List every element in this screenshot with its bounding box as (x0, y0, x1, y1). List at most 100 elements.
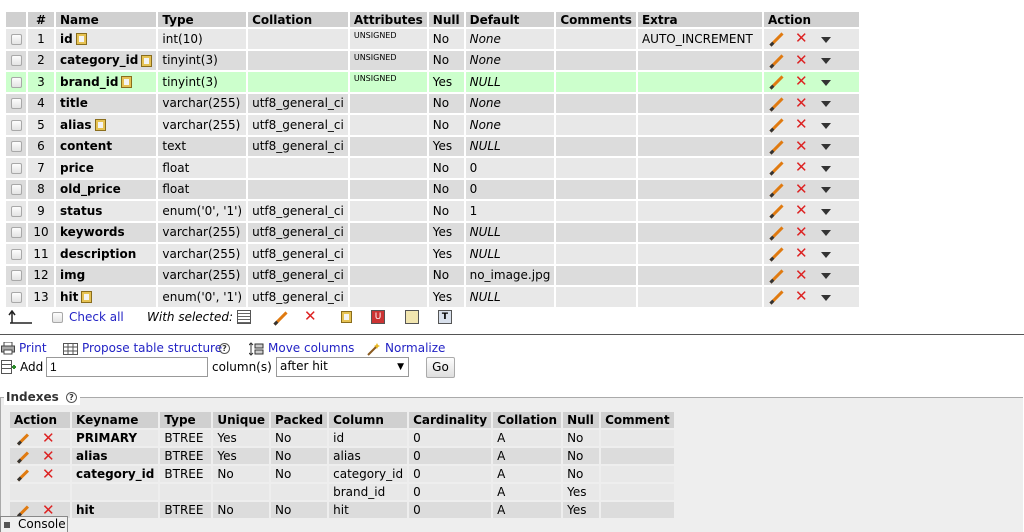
edit-index-icon[interactable] (16, 450, 30, 464)
structure-row[interactable]: 11 description varchar(255) utf8_general_ci… (6, 244, 859, 264)
edit-index-icon[interactable] (16, 468, 30, 482)
more-dropdown-icon[interactable] (820, 230, 831, 237)
move-columns-link[interactable]: Move columns (268, 341, 354, 355)
edit-pencil-icon[interactable] (769, 247, 784, 262)
more-dropdown-icon[interactable] (820, 144, 831, 151)
col-null-header[interactable]: Null (428, 12, 464, 27)
more-dropdown-icon[interactable] (820, 294, 831, 301)
col-collation-header[interactable]: Collation (248, 12, 348, 27)
position-select[interactable]: after hit ▼ (276, 357, 409, 377)
add-count-input[interactable] (46, 357, 208, 377)
delete-x-icon[interactable]: ✕ (795, 287, 808, 305)
go-button[interactable]: Go (426, 357, 455, 378)
structure-row[interactable]: 10 keywords varchar(255) utf8_general_ci Yes… (6, 222, 859, 242)
delete-x-icon[interactable]: ✕ (795, 244, 808, 262)
change-selected-icon[interactable] (273, 311, 288, 326)
primary-selected-icon[interactable] (341, 311, 352, 323)
edit-pencil-icon[interactable] (769, 54, 784, 69)
row-checkbox[interactable] (10, 162, 22, 174)
check-all-link[interactable]: Check all (69, 310, 124, 324)
delete-x-icon[interactable]: ✕ (795, 180, 808, 198)
check-all-checkbox[interactable] (52, 312, 63, 323)
help-icon[interactable]: ? (219, 343, 230, 354)
console-tab[interactable]: Console (0, 516, 68, 532)
column-name[interactable]: brand_id (60, 75, 118, 89)
column-name[interactable]: old_price (60, 182, 121, 196)
row-checkbox[interactable] (10, 248, 22, 260)
edit-pencil-icon[interactable] (769, 140, 784, 155)
index-selected-icon[interactable] (405, 310, 419, 324)
more-dropdown-icon[interactable] (820, 58, 831, 65)
edit-pencil-icon[interactable] (769, 118, 784, 133)
structure-row[interactable]: 12 img varchar(255) utf8_general_ci No no_ima… (6, 265, 859, 285)
normalize-link[interactable]: Normalize (385, 341, 445, 355)
col-name-header[interactable]: Name (56, 12, 157, 27)
structure-row[interactable]: 7 price float No 0 ✕ (6, 158, 859, 178)
structure-row[interactable]: 8 old_price float No 0 ✕ (6, 179, 859, 199)
row-checkbox[interactable] (10, 33, 22, 45)
col-type-header[interactable]: Type (158, 12, 247, 27)
delete-x-icon[interactable]: ✕ (795, 94, 808, 112)
row-checkbox[interactable] (10, 141, 22, 153)
delete-x-icon[interactable]: ✕ (795, 201, 808, 219)
print-link[interactable]: Print (19, 341, 47, 355)
column-name[interactable]: id (60, 32, 73, 46)
more-dropdown-icon[interactable] (820, 36, 831, 43)
column-name[interactable]: hit (60, 290, 78, 304)
structure-row[interactable]: 6 content text utf8_general_ci Yes NULL ✕ (6, 136, 859, 156)
column-name[interactable]: category_id (60, 53, 138, 67)
column-name[interactable]: alias (60, 118, 92, 132)
delete-x-icon[interactable]: ✕ (795, 51, 808, 69)
edit-pencil-icon[interactable] (769, 290, 784, 305)
column-name[interactable]: status (60, 204, 102, 218)
row-checkbox[interactable] (10, 184, 22, 196)
column-name[interactable]: price (60, 161, 94, 175)
more-dropdown-icon[interactable] (820, 165, 831, 172)
col-extra-header[interactable]: Extra (637, 12, 762, 27)
more-dropdown-icon[interactable] (820, 187, 831, 194)
more-dropdown-icon[interactable] (820, 251, 831, 258)
row-checkbox[interactable] (10, 98, 22, 110)
row-checkbox[interactable] (10, 205, 22, 217)
more-dropdown-icon[interactable] (820, 79, 831, 86)
edit-pencil-icon[interactable] (769, 269, 784, 284)
edit-pencil-icon[interactable] (769, 97, 784, 112)
column-name[interactable]: description (60, 247, 136, 261)
more-dropdown-icon[interactable] (820, 101, 831, 108)
indexes-help-icon[interactable]: ? (65, 392, 77, 403)
more-dropdown-icon[interactable] (820, 208, 831, 215)
delete-x-icon[interactable]: ✕ (795, 266, 808, 284)
column-name[interactable]: title (60, 96, 88, 110)
row-checkbox[interactable] (10, 291, 22, 303)
delete-x-icon[interactable]: ✕ (795, 137, 808, 155)
structure-row[interactable]: 9 status enum('0', '1') utf8_general_ci No 1 ✕ (6, 201, 859, 221)
edit-pencil-icon[interactable] (769, 161, 784, 176)
row-checkbox[interactable] (10, 55, 22, 67)
edit-pencil-icon[interactable] (769, 183, 784, 198)
column-name[interactable]: keywords (60, 225, 125, 239)
structure-row[interactable]: 1 id int(10) UNSIGNED No None AUTO_INCREMENT ✕ (6, 29, 859, 49)
delete-x-icon[interactable]: ✕ (795, 115, 808, 133)
delete-x-icon[interactable]: ✕ (795, 223, 808, 241)
edit-index-icon[interactable] (16, 432, 30, 446)
col-attributes-header[interactable]: Attributes (349, 12, 427, 27)
unique-selected-icon[interactable]: U (371, 310, 385, 324)
column-name[interactable]: img (60, 268, 85, 282)
structure-row[interactable]: 3 brand_id tinyint(3) UNSIGNED Yes NULL ✕ (6, 72, 859, 92)
structure-row[interactable]: 4 title varchar(255) utf8_general_ci No None ✕ (6, 93, 859, 113)
col-default-header[interactable]: Default (465, 12, 555, 27)
row-checkbox[interactable] (10, 270, 22, 282)
edit-pencil-icon[interactable] (769, 226, 784, 241)
row-checkbox[interactable] (10, 227, 22, 239)
edit-pencil-icon[interactable] (769, 75, 784, 90)
drop-index-icon[interactable]: ✕ (42, 465, 55, 483)
edit-pencil-icon[interactable] (769, 32, 784, 47)
edit-pencil-icon[interactable] (769, 204, 784, 219)
propose-structure-link[interactable]: Propose table structure (82, 341, 222, 355)
drop-index-icon[interactable]: ✕ (42, 429, 55, 447)
drop-index-icon[interactable]: ✕ (42, 447, 55, 465)
structure-row[interactable]: 2 category_id tinyint(3) UNSIGNED No None ✕ (6, 50, 859, 70)
delete-x-icon[interactable]: ✕ (795, 158, 808, 176)
structure-row[interactable]: 13 hit enum('0', '1') utf8_general_ci Yes NUL… (6, 287, 859, 307)
browse-selected-icon[interactable] (237, 310, 251, 324)
